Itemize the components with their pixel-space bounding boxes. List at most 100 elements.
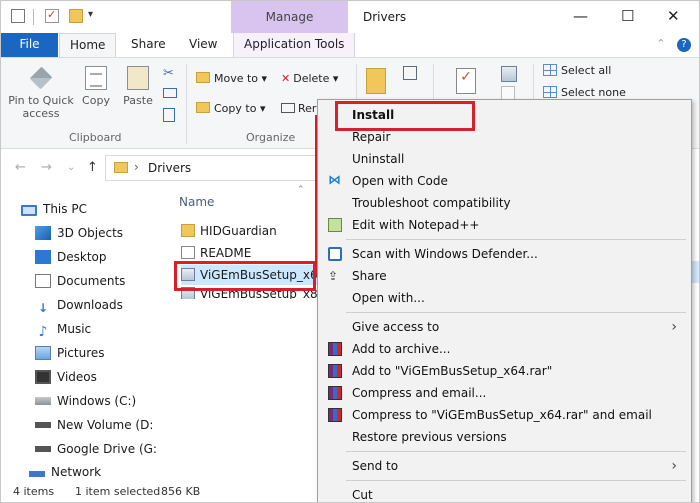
menu-item-scan-defender[interactable]: Scan with Windows Defender... [318, 243, 691, 265]
address-bar[interactable]: › Drivers [105, 155, 345, 181]
menu-label: Share [352, 269, 387, 283]
recent-locations-icon[interactable]: ⌄ [67, 162, 75, 173]
menu-item-give-access[interactable]: Give access to › [318, 316, 691, 338]
folder-icon [181, 224, 195, 237]
menu-item-compress-rar-email[interactable]: Compress to "ViGEmBusSetup_x64.rar" and … [318, 404, 691, 426]
column-header-name[interactable]: Name [179, 195, 214, 209]
checklist-icon[interactable] [45, 8, 59, 23]
rename-button[interactable]: Rer [281, 102, 316, 115]
new-folder-icon[interactable] [69, 9, 83, 23]
nav-item-downloads[interactable]: ↓ Downloads [35, 295, 123, 315]
ribbon-tabs: File Home Share View Application Tools ⌃… [1, 33, 699, 57]
copy-icon [85, 66, 107, 90]
new-item-icon[interactable] [403, 66, 417, 80]
nav-item-videos[interactable]: Videos [35, 367, 97, 387]
menu-label: Give access to [352, 320, 440, 334]
copy-path-icon[interactable] [163, 88, 177, 98]
tab-application-tools[interactable]: Application Tools [233, 33, 356, 57]
collapse-ribbon-icon[interactable]: ⌃ [656, 37, 665, 50]
menu-item-compress-email[interactable]: Compress and email... [318, 382, 691, 404]
list-item[interactable]: HIDGuardian [181, 221, 277, 241]
copy-to-button[interactable]: Copy to ▾ [196, 102, 265, 115]
selection-edge [691, 261, 699, 283]
select-all-icon [543, 64, 557, 76]
nav-item-music[interactable]: ♪ Music [35, 319, 92, 340]
pin-quick-access-button[interactable]: Pin to Quick access [5, 66, 77, 120]
nav-item-this-pc[interactable]: This PC [21, 199, 87, 219]
tab-file[interactable]: File [1, 33, 58, 57]
ribbon-controls[interactable]: ⌃ ? [656, 37, 691, 52]
nav-item-desktop[interactable]: Desktop [35, 247, 107, 267]
up-arrow-icon[interactable]: ↑ [87, 160, 98, 175]
menu-item-uninstall[interactable]: Uninstall [318, 148, 691, 170]
nav-item-windows-c[interactable]: Windows (C:) [35, 391, 136, 411]
close-button[interactable]: ✕ [667, 7, 680, 25]
paste-shortcut-icon[interactable] [163, 108, 175, 122]
menu-item-open-with[interactable]: Open with... [318, 287, 691, 309]
menu-label: Edit with Notepad++ [352, 218, 480, 232]
move-to-label: Move to [214, 72, 259, 85]
divider [33, 9, 34, 25]
delete-label: Delete [293, 72, 330, 85]
share-icon: ⇪ [328, 269, 339, 283]
computer-icon [21, 205, 37, 216]
tab-view[interactable]: View [179, 33, 227, 57]
properties-icon[interactable]: ✓ [456, 68, 476, 94]
menu-item-add-archive[interactable]: Add to archive... [318, 338, 691, 360]
menu-label: Troubleshoot compatibility [352, 196, 511, 210]
list-item[interactable]: README [181, 243, 251, 263]
nav-item-google-drive-g[interactable]: Google Drive (G: [35, 439, 157, 459]
help-icon[interactable]: ? [677, 38, 691, 52]
menu-item-edit-notepad[interactable]: Edit with Notepad++ [318, 214, 691, 236]
menu-label: Add to "ViGEmBusSetup_x64.rar" [352, 364, 553, 378]
menu-item-restore[interactable]: Restore previous versions [318, 426, 691, 448]
nav-label: Documents [57, 274, 126, 288]
open-icon[interactable] [501, 66, 517, 82]
notepad-icon [328, 218, 342, 232]
menu-item-add-rar[interactable]: Add to "ViGEmBusSetup_x64.rar" [318, 360, 691, 382]
cut-icon[interactable]: ✂ [163, 66, 174, 81]
organize-group-label: Organize [246, 131, 296, 144]
window-title: Drivers [363, 10, 407, 24]
menu-item-share[interactable]: ⇪ Share [318, 265, 691, 287]
rename-label: Rer [298, 102, 317, 115]
properties-icon[interactable] [11, 9, 25, 23]
tab-home[interactable]: Home [59, 33, 117, 57]
nav-item-3d-objects[interactable]: 3D Objects [35, 223, 123, 243]
divider [186, 64, 187, 144]
forward-arrow-icon[interactable]: → [41, 160, 52, 175]
menu-label: Open with... [352, 291, 425, 305]
drive-icon [35, 397, 51, 405]
tab-share[interactable]: Share [121, 33, 176, 57]
nav-item-new-volume-d[interactable]: New Volume (D: [35, 415, 153, 435]
paste-label: Paste [123, 94, 153, 107]
minimize-button[interactable]: — [573, 7, 588, 25]
select-all-button[interactable]: Select all [543, 64, 611, 77]
highlight-box [174, 261, 316, 291]
manage-context-tab[interactable]: Manage [231, 1, 348, 33]
chevron-down-icon: ▾ [259, 102, 266, 115]
delete-button[interactable]: ✕ Delete ▾ [281, 72, 338, 85]
menu-item-troubleshoot[interactable]: Troubleshoot compatibility [318, 192, 691, 214]
nav-item-pictures[interactable]: Pictures [35, 343, 105, 363]
menu-item-open-with-code[interactable]: ⋈ Open with Code [318, 170, 691, 192]
move-to-button[interactable]: Move to ▾ [196, 72, 267, 85]
menu-item-send-to[interactable]: Send to › [318, 455, 691, 477]
menu-label: Send to [352, 459, 399, 473]
back-arrow-icon[interactable]: ← [15, 160, 26, 175]
menu-item-cut[interactable]: Cut [318, 484, 691, 502]
copy-to-label: Copy to [214, 102, 257, 115]
paste-button[interactable]: Paste [121, 66, 155, 107]
nav-item-documents[interactable]: Documents [35, 271, 125, 291]
select-none-button[interactable]: Select none [543, 86, 626, 99]
customize-toolbar-icon[interactable]: ▾ [88, 9, 102, 23]
menu-label: Open with Code [352, 174, 448, 188]
nav-item-network[interactable]: Network [29, 467, 101, 477]
cube-icon [35, 226, 51, 240]
vscode-icon: ⋈ [328, 173, 341, 188]
music-icon: ♪ [38, 324, 48, 340]
copy-button[interactable]: Copy [79, 66, 113, 107]
edit-icon[interactable] [501, 86, 515, 100]
new-folder-icon[interactable] [366, 68, 386, 94]
maximize-button[interactable]: ☐ [621, 7, 634, 25]
